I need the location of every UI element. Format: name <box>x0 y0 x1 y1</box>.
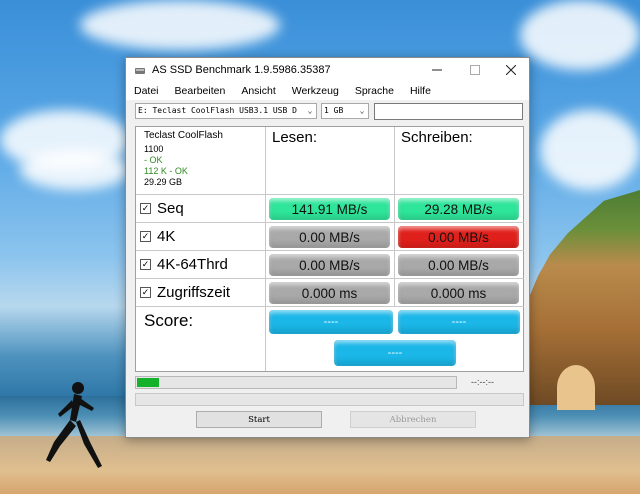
drive-name: Teclast CoolFlash <box>144 130 265 141</box>
drive-select[interactable]: E: Teclast CoolFlash USB3.1 USB D ⌄ <box>135 103 317 119</box>
chevron-down-icon: ⌄ <box>304 104 316 118</box>
row-seq-label: Seq <box>157 200 184 217</box>
name-input[interactable] <box>374 103 523 120</box>
4k-write-cell: 0.00 MB/s <box>395 223 524 251</box>
minimize-icon <box>432 65 442 75</box>
row-4k-label: 4K <box>157 228 175 245</box>
menu-datei[interactable]: Datei <box>132 84 161 98</box>
4k-read-value: 0.00 MB/s <box>269 226 390 248</box>
elapsed-timer: --:--:-- <box>471 377 494 387</box>
access-read-cell: 0.000 ms <box>266 279 395 307</box>
row-zugriffszeit-label: Zugriffszeit <box>157 284 230 301</box>
score-read: ---- <box>269 310 393 334</box>
access-write-value: 0.000 ms <box>398 282 519 304</box>
results-grid: Teclast CoolFlash 1100 - OK 112 K - OK 2… <box>135 126 524 372</box>
write-header: Schreiben: <box>395 127 524 195</box>
maximize-icon <box>470 65 480 75</box>
progress-fill <box>137 378 159 387</box>
runner-silhouette <box>40 380 105 480</box>
read-header: Lesen: <box>266 127 395 195</box>
access-read-value: 0.000 ms <box>269 282 390 304</box>
row-4k-64thrd[interactable]: ✓ 4K-64Thrd <box>136 251 266 279</box>
minimize-button[interactable] <box>418 58 456 82</box>
drive-capacity: 29.29 GB <box>144 177 265 188</box>
4k64-write-cell: 0.00 MB/s <box>395 251 524 279</box>
seq-write-cell: 29.28 MB/s <box>395 195 524 223</box>
size-select[interactable]: 1 GB ⌄ <box>321 103 369 119</box>
chevron-down-icon: ⌄ <box>356 104 368 118</box>
menu-werkzeug[interactable]: Werkzeug <box>290 84 341 98</box>
size-select-value: 1 GB <box>324 106 343 115</box>
menu-ansicht[interactable]: Ansicht <box>239 84 277 98</box>
row-4k[interactable]: ✓ 4K <box>136 223 266 251</box>
abort-button[interactable]: Abbrechen <box>350 411 476 428</box>
secondary-progress-bar <box>135 393 524 406</box>
drive-info: Teclast CoolFlash 1100 - OK 112 K - OK 2… <box>136 127 266 195</box>
close-button[interactable] <box>492 58 530 82</box>
access-write-cell: 0.000 ms <box>395 279 524 307</box>
score-write: ---- <box>398 310 520 334</box>
menu-bearbeiten[interactable]: Bearbeiten <box>173 84 228 98</box>
menu-bar: Datei Bearbeiten Ansicht Werkzeug Sprach… <box>126 82 529 100</box>
score-label: Score: <box>144 311 193 331</box>
seq-write-value: 29.28 MB/s <box>398 198 519 220</box>
checkbox-seq[interactable]: ✓ <box>140 203 151 214</box>
4k64-write-value: 0.00 MB/s <box>398 254 519 276</box>
seq-read-cell: 141.91 MB/s <box>266 195 395 223</box>
4k-write-value: 0.00 MB/s <box>398 226 519 248</box>
toolbar: E: Teclast CoolFlash USB3.1 USB D ⌄ 1 GB… <box>126 100 529 124</box>
menu-hilfe[interactable]: Hilfe <box>408 84 433 98</box>
start-button[interactable]: Start <box>196 411 322 428</box>
score-total: ---- <box>334 340 456 366</box>
app-window: AS SSD Benchmark 1.9.5986.35387 Datei Be… <box>125 57 530 438</box>
window-title: AS SSD Benchmark 1.9.5986.35387 <box>152 64 331 76</box>
drive-status-2: 112 K - OK <box>144 166 265 177</box>
4k64-read-cell: 0.00 MB/s <box>266 251 395 279</box>
seq-read-value: 141.91 MB/s <box>269 198 390 220</box>
drive-icon <box>134 64 146 76</box>
maximize-button[interactable] <box>456 58 494 82</box>
title-bar: AS SSD Benchmark 1.9.5986.35387 <box>126 58 529 82</box>
drive-select-value: E: Teclast CoolFlash USB3.1 USB D <box>138 106 297 115</box>
drive-status-1: - OK <box>144 155 265 166</box>
drive-firmware: 1100 <box>144 144 265 155</box>
menu-sprache[interactable]: Sprache <box>353 84 396 98</box>
row-zugriffszeit[interactable]: ✓ Zugriffszeit <box>136 279 266 307</box>
checkbox-4k[interactable]: ✓ <box>140 231 151 242</box>
checkbox-zugriffszeit[interactable]: ✓ <box>140 287 151 298</box>
4k-read-cell: 0.00 MB/s <box>266 223 395 251</box>
close-icon <box>506 65 516 75</box>
progress-bar <box>135 376 457 389</box>
checkbox-4k-64thrd[interactable]: ✓ <box>140 259 151 270</box>
row-4k-64thrd-label: 4K-64Thrd <box>157 256 228 273</box>
row-seq[interactable]: ✓ Seq <box>136 195 266 223</box>
score-label-cell: Score: <box>136 307 266 371</box>
4k64-read-value: 0.00 MB/s <box>269 254 390 276</box>
